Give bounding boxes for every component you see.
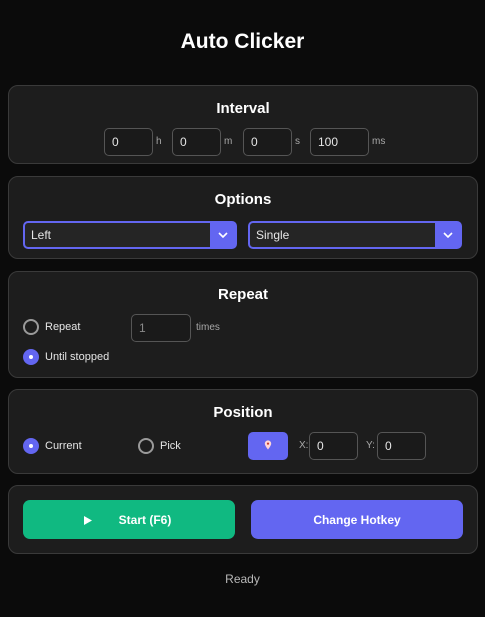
chevron-down-icon (210, 223, 235, 247)
repeat-title: Repeat (217, 286, 269, 303)
click-type-value: Single (256, 228, 290, 242)
repeat-panel: Repeat Repeat 1 times Until stopped (8, 271, 478, 378)
x-coordinate-input[interactable]: 0 (309, 432, 358, 460)
mouse-button-value: Left (31, 228, 52, 242)
options-panel: Options Left Single (8, 176, 478, 259)
mouse-button-select[interactable]: Left (23, 221, 237, 249)
click-type-select[interactable]: Single (248, 221, 462, 249)
pick-location-button[interactable] (248, 432, 288, 460)
until-stopped-label: Until stopped (45, 351, 110, 363)
actions-panel: Start (F6) Change Hotkey (8, 485, 478, 554)
app-title: Auto Clicker (180, 30, 305, 53)
location-pin-icon (264, 439, 272, 453)
interval-panel: Interval 0 h 0 m 0 s 100 ms (8, 85, 478, 164)
position-title: Position (213, 404, 273, 421)
change-hotkey-button[interactable]: Change Hotkey (251, 500, 463, 539)
seconds-unit: s (295, 136, 300, 147)
minutes-input[interactable]: 0 (172, 128, 221, 156)
start-button[interactable]: Start (F6) (23, 500, 235, 539)
milliseconds-input[interactable]: 100 (310, 128, 369, 156)
hours-input[interactable]: 0 (104, 128, 153, 156)
hours-unit: h (156, 136, 162, 147)
repeat-count-input[interactable]: 1 (131, 314, 191, 342)
position-panel: Position Current Pick X: 0 Y: 0 (8, 389, 478, 474)
play-icon (84, 514, 92, 528)
pick-position-radio[interactable] (138, 438, 154, 454)
seconds-input[interactable]: 0 (243, 128, 292, 156)
y-coordinate-input[interactable]: 0 (377, 432, 426, 460)
pick-position-label: Pick (160, 440, 181, 452)
interval-title: Interval (216, 100, 270, 117)
minutes-unit: m (224, 136, 233, 147)
y-coordinate-label: Y: (366, 440, 375, 451)
repeat-count-label: Repeat (45, 321, 81, 333)
until-stopped-radio[interactable] (23, 349, 39, 365)
x-coordinate-label: X: (299, 440, 309, 451)
options-title: Options (214, 191, 272, 208)
start-button-label: Start (F6) (118, 512, 172, 527)
milliseconds-unit: ms (372, 136, 386, 147)
chevron-down-icon (435, 223, 460, 247)
repeat-times-label: times (196, 322, 220, 333)
current-position-radio[interactable] (23, 438, 39, 454)
repeat-count-radio[interactable] (23, 319, 39, 335)
status-text: Ready (225, 572, 260, 586)
current-position-label: Current (45, 440, 82, 452)
